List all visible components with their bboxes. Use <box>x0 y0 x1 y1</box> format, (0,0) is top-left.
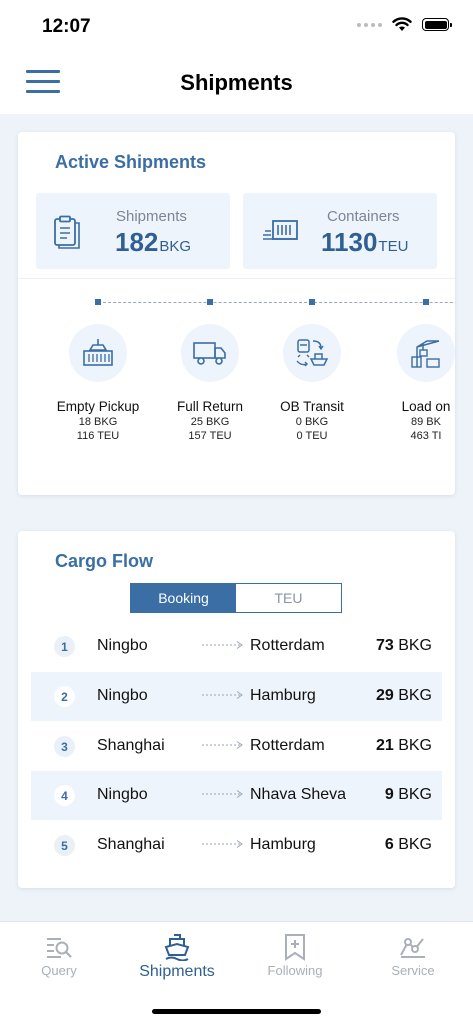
clipboard-icon <box>54 215 80 249</box>
active-shipments-title: Active Shipments <box>55 152 207 172</box>
page-title: Shipments <box>180 70 293 95</box>
booking-count: 29 BKG <box>375 687 432 704</box>
stage-circle <box>283 324 341 382</box>
stage-circle <box>69 324 127 382</box>
tab-shipments[interactable]: Shipments <box>122 932 232 981</box>
cargo-flow-title: Cargo Flow <box>55 551 153 571</box>
battery-icon <box>422 18 452 31</box>
tab-query[interactable]: Query <box>4 932 114 978</box>
origin-port: Ningbo <box>97 786 148 803</box>
status-icons <box>357 17 452 32</box>
cargo-flow-row[interactable]: 3 Shanghai Rotterdam 21 BKG <box>31 722 442 771</box>
stage-teu: 463 TI <box>410 430 442 442</box>
stage-name: Empty Pickup <box>56 399 140 414</box>
origin-port: Ningbo <box>97 687 148 704</box>
cargo-flow-card: Cargo Flow Booking TEU 1 Ningbo Rotterda… <box>18 531 455 888</box>
tab-label: Shipments <box>139 963 215 980</box>
booking-teu-toggle: Booking TEU <box>130 583 342 613</box>
stage-circle <box>397 324 455 382</box>
booking-count: 73 BKG <box>375 637 432 654</box>
bookmark-plus-icon <box>285 934 305 961</box>
stage-bkg: 89 BK <box>411 416 441 428</box>
search-list-icon <box>47 938 72 958</box>
rank-badge: 4 <box>54 785 75 806</box>
container-icon <box>263 220 298 240</box>
shipments-label: Shipments <box>116 208 187 225</box>
containers-stat-box[interactable]: Containers 1130TEU <box>243 193 437 269</box>
dotted-arrow-icon <box>202 790 243 798</box>
wifi-icon <box>392 17 412 31</box>
dotted-arrow-icon <box>202 691 243 699</box>
stage-name: OB Transit <box>280 399 344 414</box>
stage-empty-pickup[interactable]: Empty Pickup 18 BKG 116 TEU <box>38 324 158 442</box>
teu-tab[interactable]: TEU <box>236 584 341 612</box>
destination-port: Rotterdam <box>250 637 325 654</box>
origin-port: Ningbo <box>97 637 148 654</box>
stage-name: Load on <box>401 399 451 414</box>
stage-circle <box>181 324 239 382</box>
cargo-flow-row[interactable]: 2 Ningbo Hamburg 29 BKG <box>31 672 442 721</box>
destination-port: Nhava Sheva <box>250 786 347 803</box>
tab-service[interactable]: Service <box>358 932 468 978</box>
rank-badge: 1 <box>54 636 75 657</box>
timeline-dot <box>309 299 315 305</box>
stage-teu: 0 TEU <box>296 430 328 442</box>
booking-tab[interactable]: Booking <box>131 584 236 612</box>
stage-load-on[interactable]: Load on 89 BK 463 TI <box>366 324 455 442</box>
booking-count: 9 BKG <box>384 786 432 803</box>
divider <box>18 278 455 279</box>
status-time: 12:07 <box>42 16 91 37</box>
containers-label: Containers <box>327 208 400 225</box>
timeline-dot <box>95 299 101 305</box>
shipments-stat-box[interactable]: Shipments 182BKG <box>36 193 230 269</box>
stage-bkg: 18 BKG <box>78 416 118 428</box>
port-crane-icon <box>411 340 440 368</box>
stage-ob-transit[interactable]: OB Transit 0 BKG 0 TEU <box>252 324 372 442</box>
cargo-flow-row[interactable]: 4 Ningbo Nhava Sheva 9 BKG <box>31 771 442 820</box>
cargo-flow-row[interactable]: 1 Ningbo Rotterdam 73 BKG <box>31 622 442 671</box>
crane-container-icon <box>83 339 113 366</box>
rank-badge: 5 <box>54 835 75 856</box>
destination-port: Hamburg <box>250 687 316 704</box>
destination-port: Hamburg <box>250 836 316 853</box>
tab-following[interactable]: Following <box>240 932 350 978</box>
cargo-flow-row[interactable]: 5 Shanghai Hamburg 6 BKG <box>31 821 442 870</box>
ship-icon <box>164 934 190 961</box>
origin-port: Shanghai <box>97 737 165 754</box>
active-shipments-card: Active Shipments Shipments 182BKG Contai… <box>18 132 455 495</box>
stage-bkg: 0 BKG <box>295 416 329 428</box>
tab-label: Service <box>391 963 435 978</box>
destination-port: Rotterdam <box>250 737 325 754</box>
dotted-arrow-icon <box>202 840 243 848</box>
rank-badge: 2 <box>54 686 75 707</box>
rank-badge: 3 <box>54 736 75 757</box>
shipments-value: 182BKG <box>115 227 192 257</box>
containers-value: 1130TEU <box>321 227 409 257</box>
tab-label: Following <box>267 963 323 978</box>
timeline-line <box>98 302 455 303</box>
truck-icon <box>193 342 226 365</box>
dotted-arrow-icon <box>202 741 243 749</box>
home-indicator <box>152 1009 321 1014</box>
nav-bar: Shipments <box>0 52 473 114</box>
dotted-arrow-icon <box>202 641 243 649</box>
tab-label: Query <box>41 963 77 978</box>
status-bar: 12:07 <box>0 0 473 52</box>
signal-dots-icon <box>357 22 382 27</box>
train-ship-icon <box>296 339 329 367</box>
network-graph-icon <box>400 938 425 958</box>
timeline-dot <box>207 299 213 305</box>
booking-count: 6 BKG <box>384 836 432 853</box>
origin-port: Shanghai <box>97 836 165 853</box>
booking-count: 21 BKG <box>375 737 432 754</box>
timeline-dot <box>423 299 429 305</box>
stage-teu: 116 TEU <box>76 430 120 442</box>
